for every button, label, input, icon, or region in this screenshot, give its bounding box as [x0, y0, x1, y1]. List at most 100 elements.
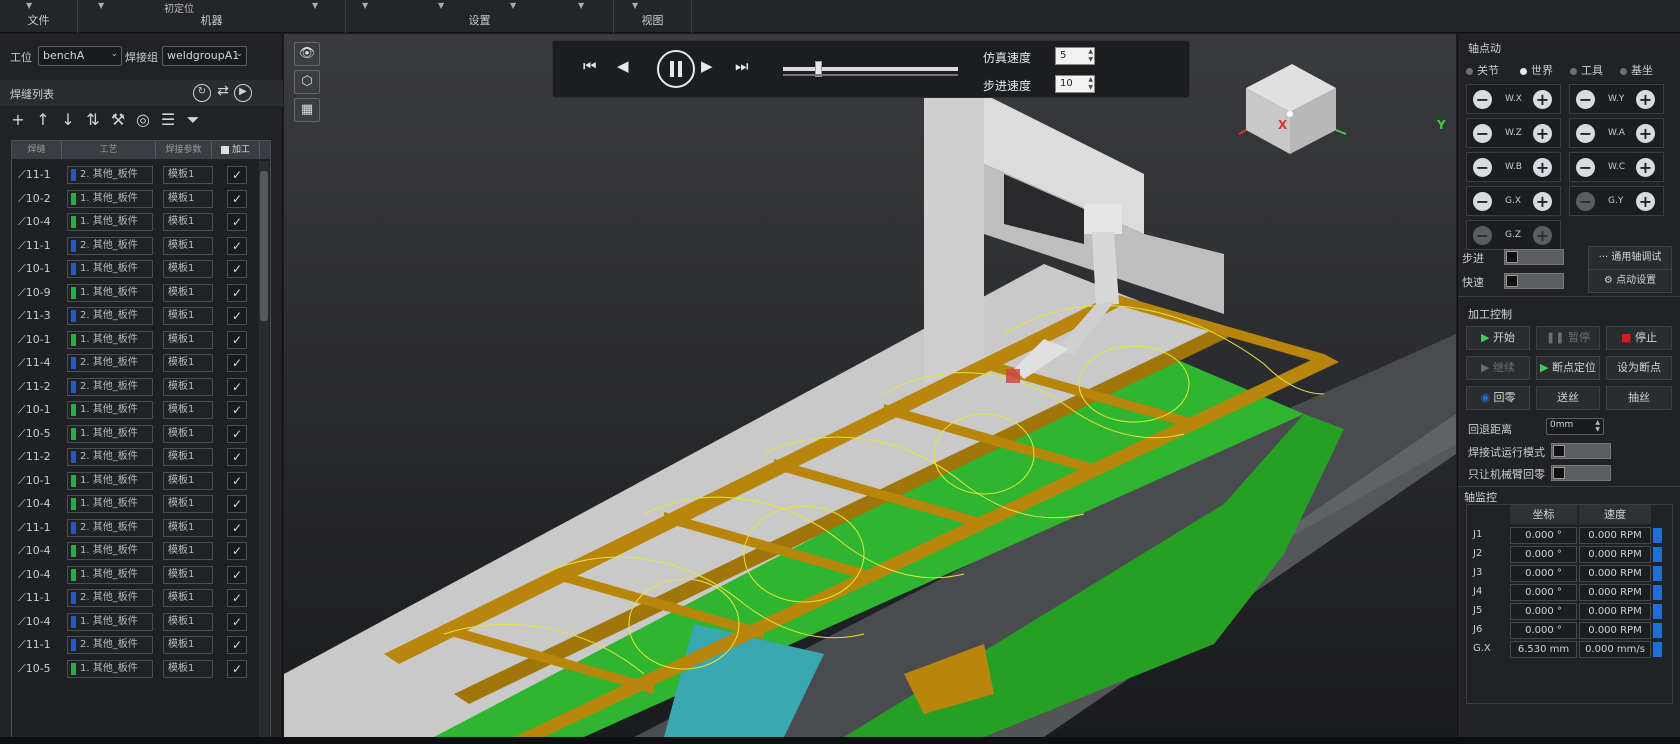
process-select[interactable]: 2. 其他_板件 [67, 354, 153, 372]
param-select[interactable]: 模板1 [163, 448, 213, 466]
filter-icon[interactable]: ⏷ [183, 110, 203, 130]
plus-icon[interactable]: + [1533, 192, 1552, 211]
process-select[interactable]: 2. 其他_板件 [67, 589, 153, 607]
step-mode-toggle[interactable] [1504, 249, 1564, 265]
process-select[interactable]: 1. 其他_板件 [67, 189, 153, 208]
table-row[interactable]: ⟋10-4 1. 其他_板件 模板1 ✓ [12, 610, 260, 634]
minus-icon[interactable]: − [1473, 124, 1492, 143]
process-select[interactable]: 1. 其他_板件 [67, 612, 153, 631]
minus-icon[interactable]: − [1576, 158, 1595, 177]
eye-icon[interactable]: 👁 [294, 42, 320, 66]
dropdown-arrow-icon[interactable]: ▼ [510, 1, 516, 10]
move-up-icon[interactable]: ↑ [33, 110, 53, 129]
radio-base[interactable]: 基坐 [1620, 62, 1653, 78]
param-select[interactable]: 模板1 [163, 354, 213, 372]
process-checkbox[interactable]: ✓ [227, 189, 247, 208]
weld-test-mode-toggle[interactable] [1551, 443, 1611, 459]
radio-world[interactable]: 世界 [1520, 62, 1553, 78]
param-select[interactable]: 模板1 [163, 518, 213, 537]
dropdown-arrow-icon[interactable]: ▼ [578, 1, 584, 10]
table-row[interactable]: ⟋10-1 1. 其他_板件 模板1 ✓ [12, 257, 260, 281]
process-select[interactable]: 2. 其他_板件 [67, 448, 153, 466]
minus-icon[interactable]: − [1576, 124, 1595, 143]
sim-speed-input[interactable]: 5 ▲ ▼ [1055, 47, 1095, 65]
process-select[interactable]: 1. 其他_板件 [67, 471, 153, 490]
breakpoint-locate-button[interactable]: ▶ 断点定位 [1536, 356, 1600, 380]
minus-icon[interactable]: − [1473, 192, 1492, 211]
jog-settings-button[interactable]: ⚙ 点动设置 [1588, 269, 1672, 293]
stepper-arrows-icon[interactable]: ▲ ▼ [1088, 76, 1093, 92]
cube-icon[interactable]: ⬡ [294, 70, 320, 94]
param-select[interactable]: 模板1 [163, 659, 213, 678]
process-select[interactable]: 2. 其他_板件 [67, 636, 153, 654]
process-checkbox[interactable]: ✓ [227, 283, 247, 302]
param-select[interactable]: 模板1 [163, 189, 213, 208]
table-row[interactable]: ⟋10-4 1. 其他_板件 模板1 ✓ [12, 210, 260, 234]
process-select[interactable]: 1. 其他_板件 [67, 401, 153, 419]
process-select[interactable]: 2. 其他_板件 [67, 236, 153, 255]
pause-button[interactable] [657, 50, 695, 88]
process-checkbox[interactable]: ✓ [227, 518, 247, 537]
column-process-check[interactable]: 加工 [212, 141, 260, 159]
process-checkbox[interactable]: ✓ [227, 495, 247, 513]
universal-axis-debug-button[interactable]: ··· 通用轴调试 [1588, 246, 1672, 270]
table-row[interactable]: ⟋11-1 2. 其他_板件 模板1 ✓ [12, 234, 260, 258]
param-select[interactable]: 模板1 [163, 260, 213, 278]
process-select[interactable]: 1. 其他_板件 [67, 565, 153, 584]
header-checkbox[interactable] [220, 145, 229, 154]
ribbon-group-machine[interactable]: ▼ 初定位 ▼ 机器 [78, 0, 346, 33]
sort-icon[interactable]: ⇅ [83, 110, 103, 129]
param-select[interactable]: 模板1 [163, 283, 213, 302]
column-param[interactable]: 焊接参数 [156, 141, 212, 159]
process-checkbox[interactable]: ✓ [227, 260, 247, 278]
radio-tool[interactable]: 工具 [1570, 62, 1603, 78]
param-select[interactable]: 模板1 [163, 401, 213, 419]
dropdown-arrow-icon[interactable]: ▼ [98, 1, 104, 10]
scrollbar-thumb[interactable] [260, 171, 268, 321]
radio-joint[interactable]: 关节 [1466, 62, 1499, 78]
plus-icon[interactable]: + [1533, 226, 1552, 245]
process-select[interactable]: 1. 其他_板件 [67, 659, 153, 678]
plus-icon[interactable]: + [1533, 124, 1552, 143]
minus-icon[interactable]: − [1473, 226, 1492, 245]
process-select[interactable]: 1. 其他_板件 [67, 542, 153, 560]
process-checkbox[interactable]: ✓ [227, 354, 247, 372]
process-select[interactable]: 2. 其他_板件 [67, 377, 153, 396]
param-select[interactable]: 模板1 [163, 589, 213, 607]
process-select[interactable]: 1. 其他_板件 [67, 495, 153, 513]
stop-button[interactable]: ■ 停止 [1606, 326, 1672, 350]
table-row[interactable]: ⟋10-1 1. 其他_板件 模板1 ✓ [12, 398, 260, 422]
process-checkbox[interactable]: ✓ [227, 213, 247, 231]
minus-icon[interactable]: − [1473, 158, 1492, 177]
table-row[interactable]: ⟋10-4 1. 其他_板件 模板1 ✓ [12, 539, 260, 563]
scene-canvas[interactable] [284, 34, 1456, 737]
table-row[interactable]: ⟋11-1 2. 其他_板件 模板1 ✓ [12, 586, 260, 610]
table-row[interactable]: ⟋10-2 1. 其他_板件 模板1 ✓ [12, 187, 260, 211]
ribbon-label-view[interactable]: 视图 [614, 12, 691, 28]
stepper-arrows-icon[interactable]: ▲ ▼ [1595, 419, 1600, 433]
table-row[interactable]: ⟋11-2 2. 其他_板件 模板1 ✓ [12, 375, 260, 399]
table-row[interactable]: ⟋10-5 1. 其他_板件 模板1 ✓ [12, 422, 260, 446]
swap-icon[interactable]: ⇄ [214, 84, 232, 102]
step-forward-icon[interactable]: ▶ [701, 57, 713, 75]
process-select[interactable]: 2. 其他_板件 [67, 166, 153, 184]
ribbon-label-file[interactable]: 文件 [0, 12, 77, 28]
wire-feed-button[interactable]: 送丝 [1536, 386, 1600, 410]
table-row[interactable]: ⟋11-4 2. 其他_板件 模板1 ✓ [12, 351, 260, 375]
param-select[interactable]: 模板1 [163, 213, 213, 231]
ribbon-group-view[interactable]: ▼ 视图 [614, 0, 692, 33]
table-row[interactable]: ⟋11-2 2. 其他_板件 模板1 ✓ [12, 445, 260, 469]
resume-button[interactable]: ▶ 继续 [1466, 356, 1530, 380]
tool-icon[interactable]: ⚒ [108, 110, 128, 129]
adjust-icon[interactable]: ☰ [158, 110, 178, 129]
param-select[interactable]: 模板1 [163, 612, 213, 631]
process-select[interactable]: 1. 其他_板件 [67, 283, 153, 302]
param-select[interactable]: 模板1 [163, 471, 213, 490]
process-checkbox[interactable]: ✓ [227, 636, 247, 654]
column-seam[interactable]: 焊缝 [12, 141, 62, 159]
set-breakpoint-button[interactable]: 设为断点 [1606, 356, 1672, 380]
step-speed-input[interactable]: 10 ▲ ▼ [1055, 75, 1095, 93]
process-select[interactable]: 1. 其他_板件 [67, 424, 153, 443]
paint-icon[interactable]: ▦ [294, 98, 320, 122]
plus-icon[interactable]: + [1636, 90, 1655, 109]
